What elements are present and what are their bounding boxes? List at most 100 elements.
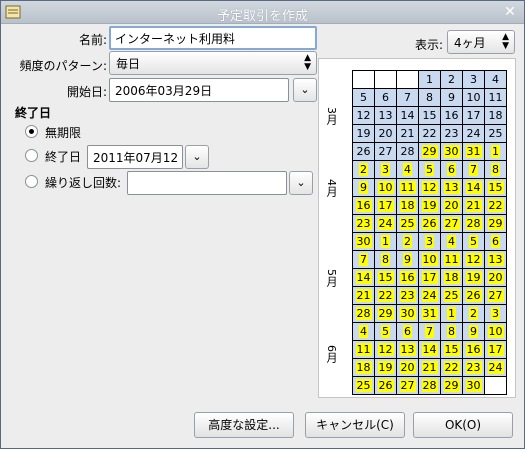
calendar-day[interactable]: 16 xyxy=(352,196,375,215)
cancel-button[interactable]: キャンセル(C) xyxy=(305,412,405,438)
ok-button[interactable]: OK(O) xyxy=(413,412,513,438)
calendar-day[interactable]: 4 xyxy=(352,322,375,341)
start-date-dropdown-button[interactable]: ⌄ xyxy=(293,78,317,102)
calendar-day[interactable]: 11 xyxy=(352,340,375,359)
calendar-day[interactable]: 13 xyxy=(374,106,397,125)
calendar-day[interactable]: 7 xyxy=(418,322,441,341)
calendar-day[interactable]: 31 xyxy=(418,304,441,323)
calendar-day[interactable]: 13 xyxy=(484,250,507,269)
radio-no-end[interactable]: 無期限 xyxy=(25,123,145,141)
calendar-day[interactable] xyxy=(352,70,375,89)
calendar-day[interactable]: 19 xyxy=(374,358,397,377)
calendar-day[interactable]: 6 xyxy=(374,88,397,107)
calendar-day[interactable]: 5 xyxy=(352,88,375,107)
calendar-day[interactable]: 24 xyxy=(484,358,507,377)
calendar-day[interactable]: 19 xyxy=(352,124,375,143)
calendar-day[interactable]: 6 xyxy=(440,160,463,179)
calendar-day[interactable] xyxy=(396,70,419,89)
calendar-day[interactable]: 4 xyxy=(440,232,463,251)
radio-button[interactable] xyxy=(25,125,38,138)
calendar-day[interactable]: 2 xyxy=(462,304,485,323)
calendar-day[interactable]: 24 xyxy=(462,124,485,143)
calendar-day[interactable]: 15 xyxy=(374,268,397,287)
calendar-day[interactable]: 20 xyxy=(374,124,397,143)
advanced-button[interactable]: 高度な設定... xyxy=(194,412,294,438)
calendar-day[interactable]: 23 xyxy=(462,358,485,377)
calendar-day[interactable]: 3 xyxy=(462,70,485,89)
calendar-day[interactable]: 7 xyxy=(462,160,485,179)
calendar-day[interactable]: 23 xyxy=(396,286,419,305)
calendar-day[interactable]: 26 xyxy=(462,286,485,305)
calendar-day[interactable]: 22 xyxy=(418,124,441,143)
calendar-day[interactable]: 31 xyxy=(462,142,485,161)
calendar-day[interactable]: 30 xyxy=(396,304,419,323)
calendar-day[interactable]: 26 xyxy=(418,214,441,233)
calendar-day[interactable]: 30 xyxy=(352,232,375,251)
radio-repeat-count[interactable]: 繰り返し回数: xyxy=(25,173,129,191)
calendar-day[interactable]: 14 xyxy=(462,178,485,197)
calendar-day[interactable]: 14 xyxy=(352,268,375,287)
calendar-day[interactable]: 5 xyxy=(374,322,397,341)
calendar-day[interactable]: 18 xyxy=(440,268,463,287)
calendar-day[interactable]: 28 xyxy=(352,304,375,323)
calendar-day[interactable]: 12 xyxy=(352,106,375,125)
calendar-day[interactable]: 24 xyxy=(418,286,441,305)
frequency-select[interactable]: 毎日 ▲ ▼ xyxy=(109,51,317,75)
calendar-day[interactable]: 18 xyxy=(352,358,375,377)
calendar-day[interactable]: 15 xyxy=(440,340,463,359)
calendar-day[interactable]: 1 xyxy=(440,304,463,323)
calendar-day[interactable]: 11 xyxy=(396,178,419,197)
calendar-day[interactable]: 25 xyxy=(396,214,419,233)
radio-end-date[interactable]: 終了日 xyxy=(25,147,89,165)
calendar-day[interactable]: 9 xyxy=(462,322,485,341)
calendar-day[interactable]: 12 xyxy=(418,178,441,197)
radio-button[interactable] xyxy=(25,175,38,188)
calendar-day[interactable]: 29 xyxy=(418,142,441,161)
calendar-day[interactable]: 27 xyxy=(374,142,397,161)
calendar-day[interactable]: 19 xyxy=(418,196,441,215)
calendar-day[interactable]: 10 xyxy=(418,250,441,269)
repeat-count-input[interactable] xyxy=(127,171,287,195)
calendar-day[interactable]: 13 xyxy=(396,340,419,359)
calendar-day[interactable]: 12 xyxy=(374,340,397,359)
calendar-day[interactable]: 1 xyxy=(374,232,397,251)
calendar-day[interactable]: 1 xyxy=(484,142,507,161)
calendar-day[interactable]: 14 xyxy=(418,340,441,359)
calendar-day[interactable]: 3 xyxy=(374,160,397,179)
calendar-day[interactable]: 20 xyxy=(440,196,463,215)
calendar-day[interactable]: 22 xyxy=(374,286,397,305)
calendar-day[interactable]: 27 xyxy=(440,214,463,233)
calendar-day[interactable]: 16 xyxy=(440,106,463,125)
calendar-day[interactable]: 30 xyxy=(462,376,485,395)
calendar-day[interactable]: 6 xyxy=(396,322,419,341)
calendar-day[interactable]: 7 xyxy=(396,88,419,107)
calendar-day[interactable]: 12 xyxy=(462,250,485,269)
calendar-day[interactable]: 17 xyxy=(374,196,397,215)
calendar-day[interactable]: 9 xyxy=(396,250,419,269)
calendar-day[interactable]: 4 xyxy=(396,160,419,179)
calendar-day[interactable]: 3 xyxy=(418,232,441,251)
calendar-day[interactable]: 8 xyxy=(418,88,441,107)
calendar-day[interactable]: 19 xyxy=(462,268,485,287)
calendar-day[interactable]: 25 xyxy=(440,286,463,305)
calendar-day[interactable]: 21 xyxy=(396,124,419,143)
calendar-day[interactable]: 16 xyxy=(396,268,419,287)
calendar-day[interactable]: 28 xyxy=(462,214,485,233)
calendar-day[interactable]: 21 xyxy=(462,196,485,215)
radio-button[interactable] xyxy=(25,149,38,162)
calendar-day[interactable]: 14 xyxy=(396,106,419,125)
calendar-day[interactable]: 23 xyxy=(352,214,375,233)
calendar-day[interactable]: 20 xyxy=(396,358,419,377)
end-date-input[interactable]: 2011年07月12 xyxy=(87,145,183,169)
calendar-day[interactable]: 16 xyxy=(462,340,485,359)
calendar-day[interactable]: 22 xyxy=(440,358,463,377)
calendar-day[interactable]: 21 xyxy=(352,286,375,305)
calendar-day[interactable]: 6 xyxy=(484,232,507,251)
calendar-day[interactable]: 17 xyxy=(462,106,485,125)
calendar-day[interactable]: 8 xyxy=(484,160,507,179)
calendar-day[interactable]: 24 xyxy=(374,214,397,233)
calendar-day[interactable]: 1 xyxy=(418,70,441,89)
name-input[interactable]: インターネット利用料 xyxy=(109,26,317,50)
calendar-day[interactable]: 27 xyxy=(396,376,419,395)
calendar-day[interactable]: 18 xyxy=(396,196,419,215)
